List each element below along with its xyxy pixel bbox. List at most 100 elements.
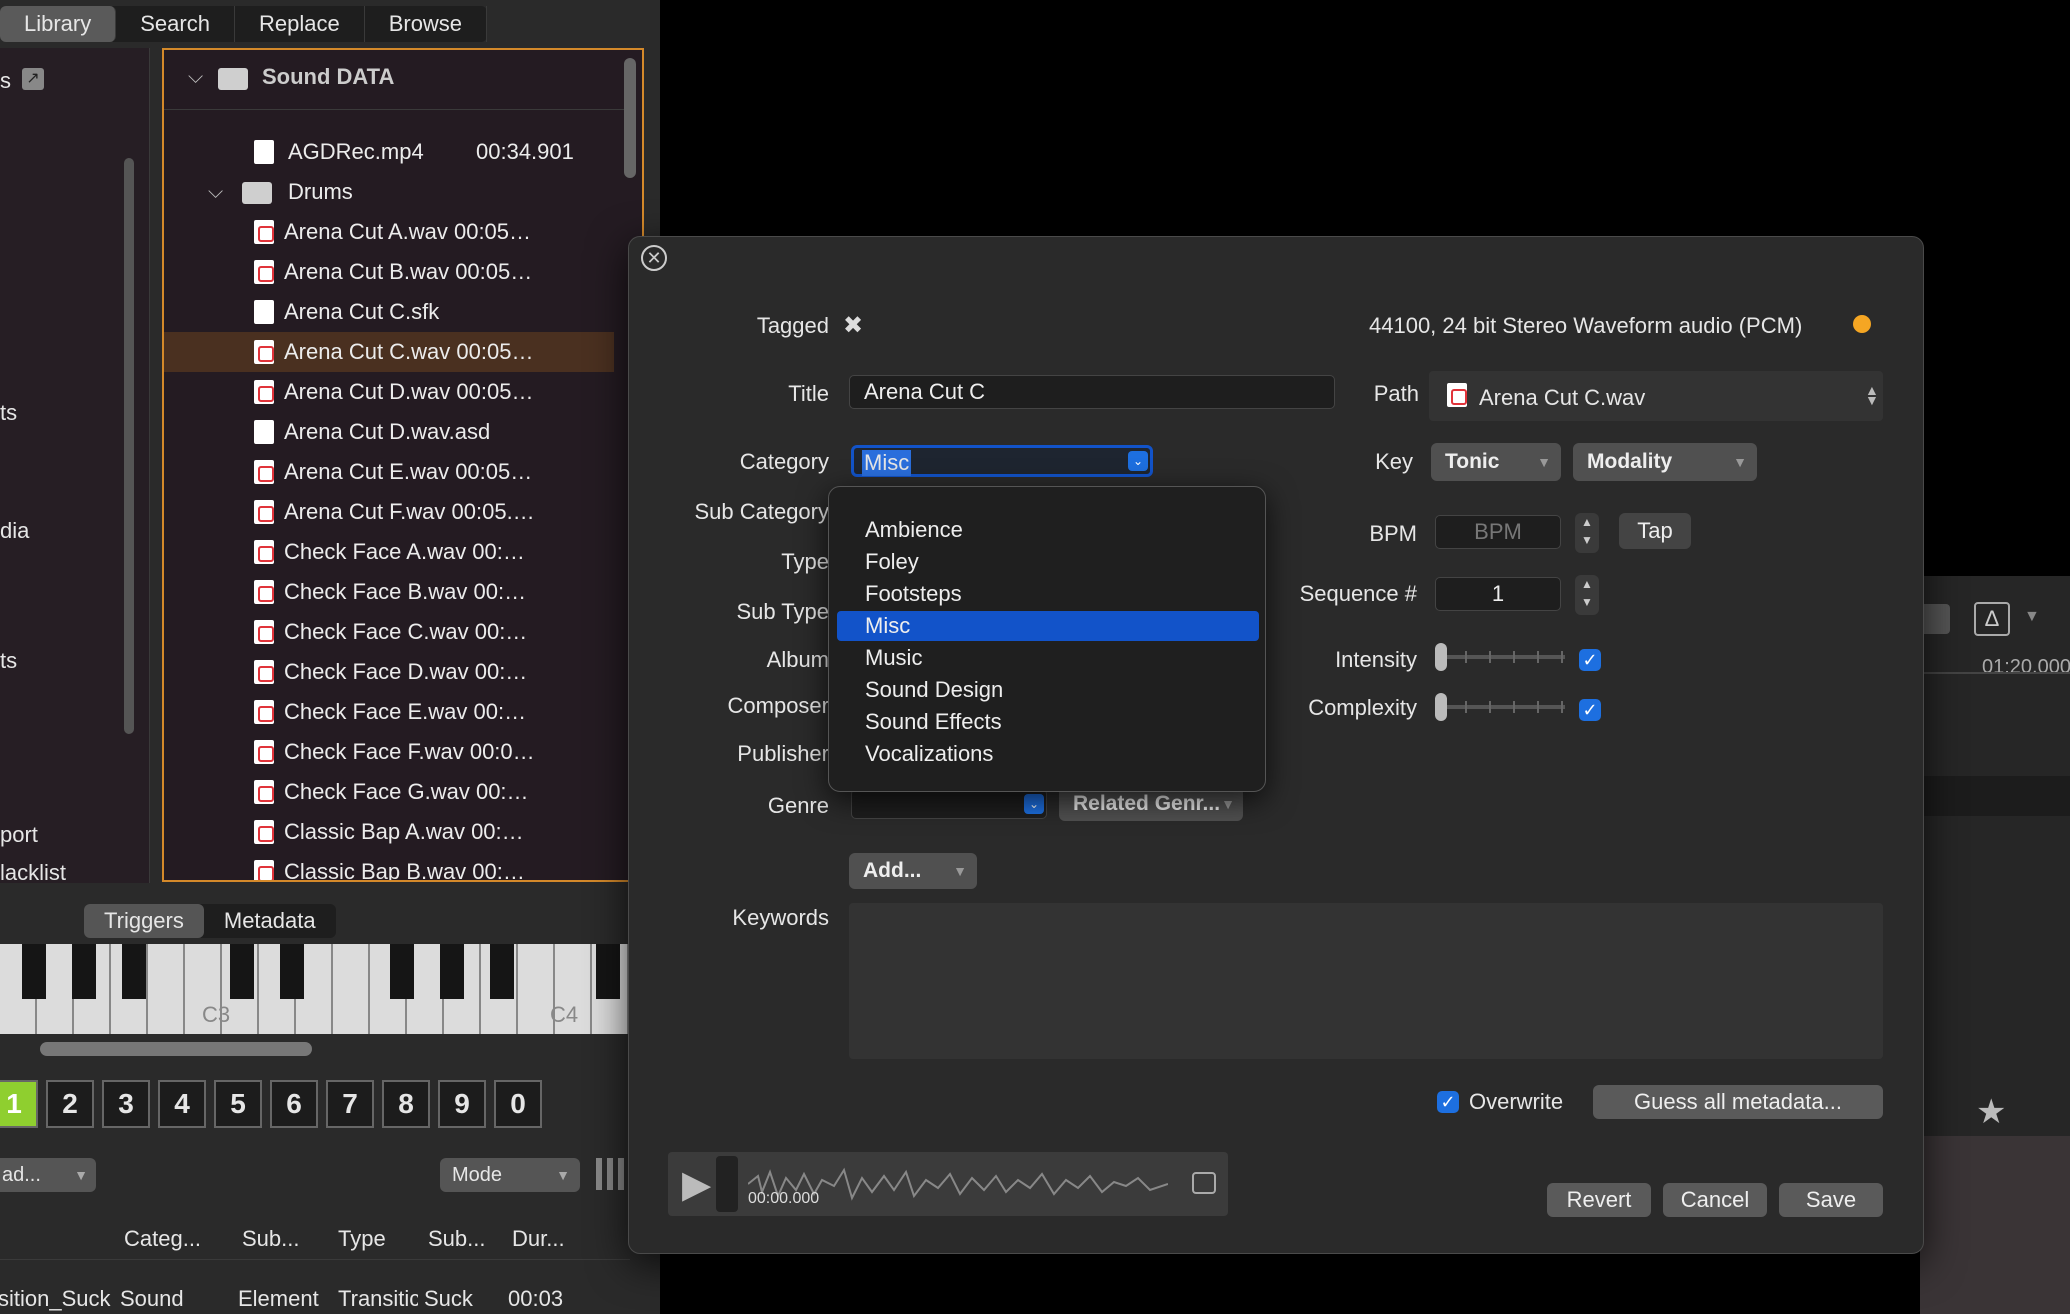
category-option[interactable]: Vocalizations [837, 739, 1259, 769]
list-item[interactable]: Check Face G.wav 00:… [164, 772, 614, 812]
trigger-pad[interactable]: 8 [382, 1080, 430, 1128]
guess-metadata-button[interactable]: Guess all metadata... [1593, 1085, 1883, 1119]
add-dropdown[interactable]: Add... ▼ [849, 853, 977, 889]
piano-black-key[interactable] [280, 944, 304, 999]
column-header[interactable]: Type [338, 1226, 386, 1252]
sequence-input[interactable]: 1 [1435, 577, 1561, 611]
tree-scrollbar[interactable] [624, 58, 636, 178]
list-item[interactable]: Check Face C.wav 00:… [164, 612, 614, 652]
trigger-pad[interactable]: 2 [46, 1080, 94, 1128]
piano-black-key[interactable] [72, 944, 96, 999]
list-item[interactable]: Check Face B.wav 00:… [164, 572, 614, 612]
list-item[interactable]: Check Face E.wav 00:… [164, 692, 614, 732]
external-link-icon[interactable]: ↗ [22, 68, 44, 90]
genre-select[interactable]: ⌄ [851, 789, 1047, 819]
column-header[interactable]: Sub... [428, 1226, 485, 1252]
trigger-pad[interactable]: 0 [494, 1080, 542, 1128]
chevron-down-icon[interactable]: ⌄ [1128, 451, 1148, 471]
piano-keyboard[interactable]: C3 C4 [0, 944, 630, 1034]
loop-icon[interactable] [1192, 1172, 1216, 1194]
list-item[interactable]: Arena Cut E.wav 00:05… [164, 452, 614, 492]
category-option[interactable]: Sound Effects [837, 707, 1259, 737]
keywords-textarea[interactable] [849, 903, 1883, 1059]
list-item[interactable]: Arena Cut A.wav 00:05… [164, 212, 614, 252]
grid-icon[interactable] [596, 1158, 628, 1190]
chevron-down-icon[interactable]: ⌵ [208, 172, 223, 212]
cancel-button[interactable]: Cancel [1663, 1183, 1767, 1217]
play-icon[interactable]: ▶ [682, 1162, 711, 1207]
keyboard-scrollbar[interactable] [40, 1042, 312, 1056]
piano-black-key[interactable] [22, 944, 46, 999]
list-item[interactable]: Classic Bap B.wav 00:… [164, 852, 614, 880]
trigger-pad[interactable]: 6 [270, 1080, 318, 1128]
list-item[interactable]: Arena Cut D.wav 00:05… [164, 372, 614, 412]
list-item[interactable]: Arena Cut B.wav 00:05… [164, 252, 614, 292]
folder-row[interactable]: ⌵ Drums [164, 172, 614, 212]
volume-slider[interactable] [716, 1156, 738, 1212]
tab-replace[interactable]: Replace [235, 6, 365, 42]
close-icon[interactable]: ✖ [843, 311, 863, 340]
tab-triggers[interactable]: Triggers [84, 904, 204, 938]
modality-dropdown[interactable]: Modality ▼ [1573, 443, 1757, 481]
zoom-icon[interactable] [1920, 604, 1950, 634]
list-item[interactable]: Arena Cut F.wav 00:05.… [164, 492, 614, 532]
piano-white-key[interactable] [148, 944, 185, 1034]
list-item[interactable]: Arena Cut C.wav 00:05… [164, 332, 614, 372]
overwrite-checkbox[interactable]: ✓ [1437, 1091, 1459, 1113]
list-item[interactable]: Classic Bap A.wav 00:… [164, 812, 614, 852]
tap-button[interactable]: Tap [1619, 513, 1691, 549]
sequence-stepper[interactable]: ▲ ▼ [1575, 575, 1599, 615]
column-header[interactable]: Dur... [512, 1226, 565, 1252]
trigger-pad[interactable]: 7 [326, 1080, 374, 1128]
close-icon[interactable]: ✕ [641, 245, 667, 271]
column-header[interactable]: Sub... [242, 1226, 299, 1252]
piano-white-key[interactable] [333, 944, 370, 1034]
trigger-pad[interactable]: 5 [214, 1080, 262, 1128]
piano-black-key[interactable] [390, 944, 414, 999]
tab-library[interactable]: Library [0, 6, 117, 42]
complexity-slider[interactable] [1435, 687, 1565, 727]
piano-black-key[interactable] [490, 944, 514, 999]
category-option[interactable]: Foley [837, 547, 1259, 577]
list-item[interactable]: Check Face D.wav 00:… [164, 652, 614, 692]
sidebar-item-label[interactable]: ts [0, 648, 17, 674]
category-select[interactable]: Misc ⌄ [851, 445, 1153, 477]
piano-black-key[interactable] [440, 944, 464, 999]
mode-dropdown[interactable]: Mode ▼ [440, 1158, 580, 1192]
category-option[interactable]: Music [837, 643, 1259, 673]
sidebar-item-label[interactable]: ts [0, 400, 17, 426]
save-button[interactable]: Save [1779, 1183, 1883, 1217]
piano-black-key[interactable] [230, 944, 254, 999]
revert-button[interactable]: Revert [1547, 1183, 1651, 1217]
list-item[interactable]: Arena Cut C.sfk [164, 292, 614, 332]
chevron-down-icon[interactable]: ⌵ [188, 66, 203, 89]
chevron-down-icon[interactable]: ▼ [2024, 608, 2040, 626]
delta-icon[interactable]: Δ [1974, 602, 2010, 636]
sidebar-item-label[interactable]: s [0, 68, 11, 94]
piano-black-key[interactable] [122, 944, 146, 999]
sidebar-item-label[interactable]: dia [0, 518, 29, 544]
tab-browse[interactable]: Browse [365, 6, 488, 42]
intensity-checkbox[interactable]: ✓ [1579, 649, 1601, 671]
tab-search[interactable]: Search [116, 6, 235, 42]
category-option[interactable]: Footsteps [837, 579, 1259, 609]
waveform-player[interactable]: ▶ 00:00.000 [668, 1152, 1228, 1216]
sidebar-item-label[interactable]: lacklist [0, 860, 66, 886]
list-item[interactable]: Check Face F.wav 00:0… [164, 732, 614, 772]
trigger-pad[interactable]: 4 [158, 1080, 206, 1128]
tonic-dropdown[interactable]: Tonic ▼ [1431, 443, 1561, 481]
star-icon[interactable]: ★ [1976, 1092, 2006, 1132]
tab-metadata[interactable]: Metadata [204, 904, 336, 938]
list-item[interactable]: Check Face A.wav 00:… [164, 532, 614, 572]
load-dropdown[interactable]: ad... ▼ [0, 1158, 96, 1192]
category-option[interactable]: Ambience [837, 515, 1259, 545]
trigger-pad[interactable]: 3 [102, 1080, 150, 1128]
title-input[interactable]: Arena Cut C [849, 375, 1335, 409]
category-option[interactable]: Sound Design [837, 675, 1259, 705]
related-genre-dropdown[interactable]: Related Genr... ▼ [1059, 787, 1243, 821]
list-item[interactable]: Arena Cut D.wav.asd [164, 412, 614, 452]
trigger-pad[interactable]: 1 [0, 1080, 38, 1128]
sidebar-item-label[interactable]: port [0, 822, 38, 848]
piano-black-key[interactable] [596, 944, 620, 999]
complexity-checkbox[interactable]: ✓ [1579, 699, 1601, 721]
